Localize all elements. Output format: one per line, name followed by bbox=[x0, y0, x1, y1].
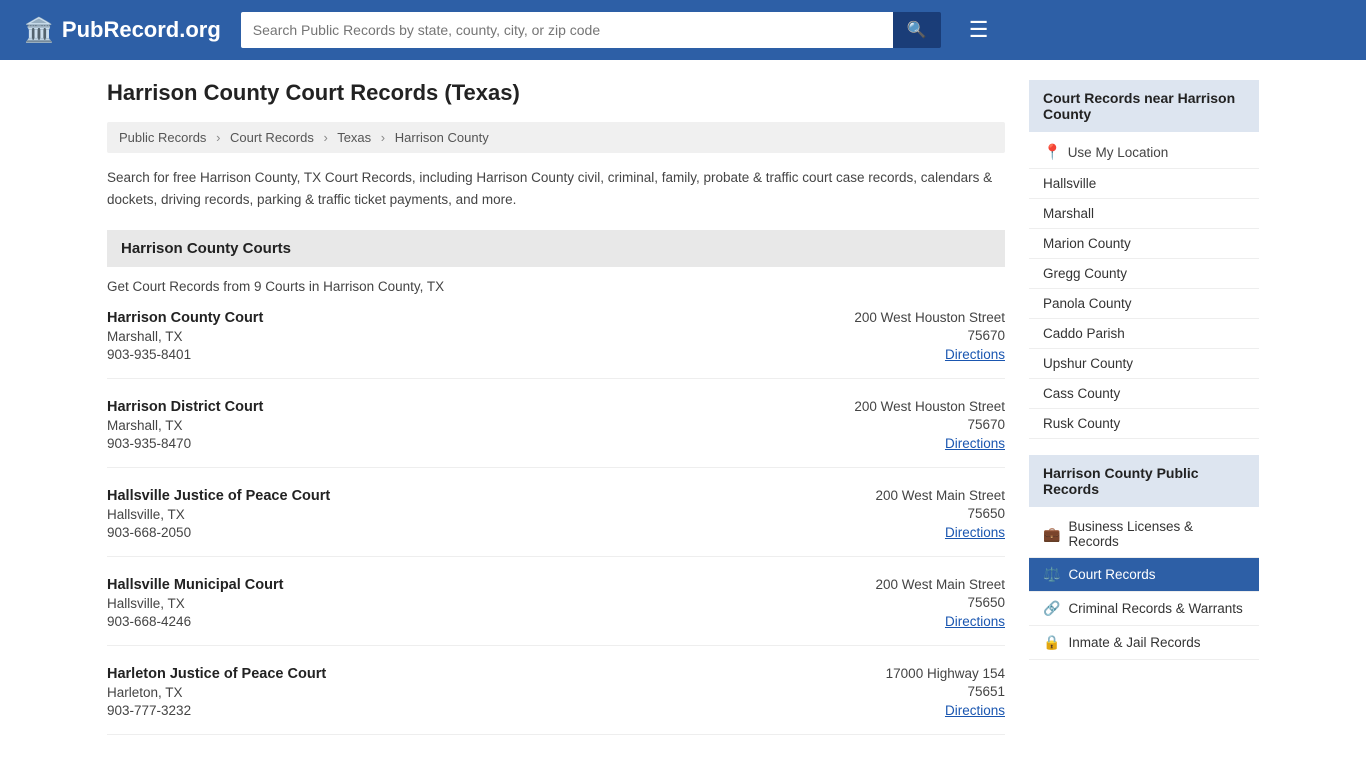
court-name: Hallsville Justice of Peace Court bbox=[107, 488, 805, 504]
courts-section-header: Harrison County Courts bbox=[107, 230, 1005, 267]
sidebar-nearby-item[interactable]: Marshall bbox=[1029, 199, 1259, 229]
court-address: 200 West Main Street 75650 Directions bbox=[805, 488, 1005, 540]
record-label: Court Records bbox=[1068, 567, 1155, 582]
court-street: 200 West Main Street bbox=[805, 577, 1005, 592]
breadcrumb-court-records[interactable]: Court Records bbox=[230, 130, 314, 145]
main-container: Harrison County Court Records (Texas) Pu… bbox=[83, 60, 1283, 775]
court-street: 17000 Highway 154 bbox=[805, 666, 1005, 681]
court-city: Marshall, TX bbox=[107, 329, 805, 344]
sidebar-nearby-item[interactable]: Rusk County bbox=[1029, 409, 1259, 439]
court-city: Hallsville, TX bbox=[107, 596, 805, 611]
record-icon: 🔒 bbox=[1043, 634, 1060, 651]
menu-icon: ☰ bbox=[969, 17, 989, 42]
court-zip: 75650 bbox=[805, 506, 1005, 521]
court-phone: 903-668-4246 bbox=[107, 614, 805, 629]
court-entry: Hallsville Municipal Court Hallsville, T… bbox=[107, 577, 1005, 646]
court-address: 200 West Main Street 75650 Directions bbox=[805, 577, 1005, 629]
courts-list: Harrison County Court Marshall, TX 903-9… bbox=[107, 310, 1005, 735]
court-name: Harleton Justice of Peace Court bbox=[107, 666, 805, 682]
record-label: Business Licenses & Records bbox=[1068, 519, 1245, 549]
court-street: 200 West Houston Street bbox=[805, 310, 1005, 325]
sidebar-nearby-list: 📍 Use My Location HallsvilleMarshallMari… bbox=[1029, 136, 1259, 439]
sidebar-nearby-item[interactable]: Hallsville bbox=[1029, 169, 1259, 199]
sidebar-records-list: 💼 Business Licenses & Records ⚖️ Court Reco… bbox=[1029, 511, 1259, 660]
court-entry: Harleton Justice of Peace Court Harleton… bbox=[107, 666, 1005, 735]
search-input[interactable] bbox=[241, 12, 893, 48]
court-city: Harleton, TX bbox=[107, 685, 805, 700]
court-address: 17000 Highway 154 75651 Directions bbox=[805, 666, 1005, 718]
court-zip: 75670 bbox=[805, 328, 1005, 343]
record-icon: 💼 bbox=[1043, 526, 1060, 543]
sidebar-nearby-item[interactable]: Gregg County bbox=[1029, 259, 1259, 289]
logo-text: PubRecord.org bbox=[62, 17, 221, 43]
search-area: 🔍 bbox=[241, 12, 941, 48]
sidebar-nearby-item[interactable]: Panola County bbox=[1029, 289, 1259, 319]
court-info: Harrison District Court Marshall, TX 903… bbox=[107, 399, 805, 451]
courts-subtitle: Get Court Records from 9 Courts in Harri… bbox=[107, 279, 1005, 294]
court-info: Harrison County Court Marshall, TX 903-9… bbox=[107, 310, 805, 362]
court-entry: Hallsville Justice of Peace Court Hallsv… bbox=[107, 488, 1005, 557]
page-description: Search for free Harrison County, TX Cour… bbox=[107, 167, 1005, 210]
court-city: Hallsville, TX bbox=[107, 507, 805, 522]
site-logo[interactable]: 🏛️ PubRecord.org bbox=[24, 16, 221, 45]
search-button[interactable]: 🔍 bbox=[893, 12, 941, 48]
court-address: 200 West Houston Street 75670 Directions bbox=[805, 310, 1005, 362]
court-zip: 75651 bbox=[805, 684, 1005, 699]
breadcrumb-sep-2: › bbox=[323, 130, 327, 145]
court-entry: Harrison County Court Marshall, TX 903-9… bbox=[107, 310, 1005, 379]
breadcrumb-texas[interactable]: Texas bbox=[337, 130, 371, 145]
court-phone: 903-777-3232 bbox=[107, 703, 805, 718]
court-street: 200 West Main Street bbox=[805, 488, 1005, 503]
sidebar-nearby-item[interactable]: Cass County bbox=[1029, 379, 1259, 409]
court-city: Marshall, TX bbox=[107, 418, 805, 433]
court-info: Harleton Justice of Peace Court Harleton… bbox=[107, 666, 805, 718]
court-info: Hallsville Municipal Court Hallsville, T… bbox=[107, 577, 805, 629]
court-name: Harrison County Court bbox=[107, 310, 805, 326]
breadcrumb-sep-1: › bbox=[216, 130, 220, 145]
directions-link[interactable]: Directions bbox=[945, 347, 1005, 362]
breadcrumb: Public Records › Court Records › Texas ›… bbox=[107, 122, 1005, 153]
sidebar: Court Records near Harrison County 📍 Use… bbox=[1029, 80, 1259, 755]
record-icon: 🔗 bbox=[1043, 600, 1060, 617]
sidebar-public-records-header: Harrison County Public Records bbox=[1029, 455, 1259, 507]
search-icon: 🔍 bbox=[907, 22, 927, 39]
logo-icon: 🏛️ bbox=[24, 16, 54, 45]
court-phone: 903-935-8401 bbox=[107, 347, 805, 362]
content-area: Harrison County Court Records (Texas) Pu… bbox=[107, 80, 1005, 755]
directions-link[interactable]: Directions bbox=[945, 525, 1005, 540]
record-label: Inmate & Jail Records bbox=[1068, 635, 1200, 650]
court-phone: 903-935-8470 bbox=[107, 436, 805, 451]
sidebar-nearby-item[interactable]: Marion County bbox=[1029, 229, 1259, 259]
sidebar-nearby-header: Court Records near Harrison County bbox=[1029, 80, 1259, 132]
sidebar-record-item[interactable]: ⚖️ Court Records bbox=[1029, 558, 1259, 592]
court-name: Harrison District Court bbox=[107, 399, 805, 415]
court-entry: Harrison District Court Marshall, TX 903… bbox=[107, 399, 1005, 468]
court-address: 200 West Houston Street 75670 Directions bbox=[805, 399, 1005, 451]
sidebar-record-item[interactable]: 🔗 Criminal Records & Warrants bbox=[1029, 592, 1259, 626]
menu-button[interactable]: ☰ bbox=[969, 19, 989, 41]
directions-link[interactable]: Directions bbox=[945, 703, 1005, 718]
breadcrumb-harrison-county: Harrison County bbox=[395, 130, 489, 145]
sidebar-nearby-item[interactable]: Upshur County bbox=[1029, 349, 1259, 379]
site-header: 🏛️ PubRecord.org 🔍 ☰ bbox=[0, 0, 1366, 60]
page-title: Harrison County Court Records (Texas) bbox=[107, 80, 1005, 106]
court-zip: 75650 bbox=[805, 595, 1005, 610]
use-location-label: Use My Location bbox=[1068, 145, 1169, 160]
breadcrumb-public-records[interactable]: Public Records bbox=[119, 130, 206, 145]
record-label: Criminal Records & Warrants bbox=[1068, 601, 1242, 616]
court-zip: 75670 bbox=[805, 417, 1005, 432]
location-pin-icon: 📍 bbox=[1043, 143, 1062, 161]
court-info: Hallsville Justice of Peace Court Hallsv… bbox=[107, 488, 805, 540]
court-phone: 903-668-2050 bbox=[107, 525, 805, 540]
court-name: Hallsville Municipal Court bbox=[107, 577, 805, 593]
directions-link[interactable]: Directions bbox=[945, 436, 1005, 451]
directions-link[interactable]: Directions bbox=[945, 614, 1005, 629]
breadcrumb-sep-3: › bbox=[381, 130, 385, 145]
sidebar-record-item[interactable]: 🔒 Inmate & Jail Records bbox=[1029, 626, 1259, 660]
record-icon: ⚖️ bbox=[1043, 566, 1060, 583]
sidebar-use-location[interactable]: 📍 Use My Location bbox=[1029, 136, 1259, 169]
sidebar-record-item[interactable]: 💼 Business Licenses & Records bbox=[1029, 511, 1259, 558]
sidebar-nearby-item[interactable]: Caddo Parish bbox=[1029, 319, 1259, 349]
court-street: 200 West Houston Street bbox=[805, 399, 1005, 414]
